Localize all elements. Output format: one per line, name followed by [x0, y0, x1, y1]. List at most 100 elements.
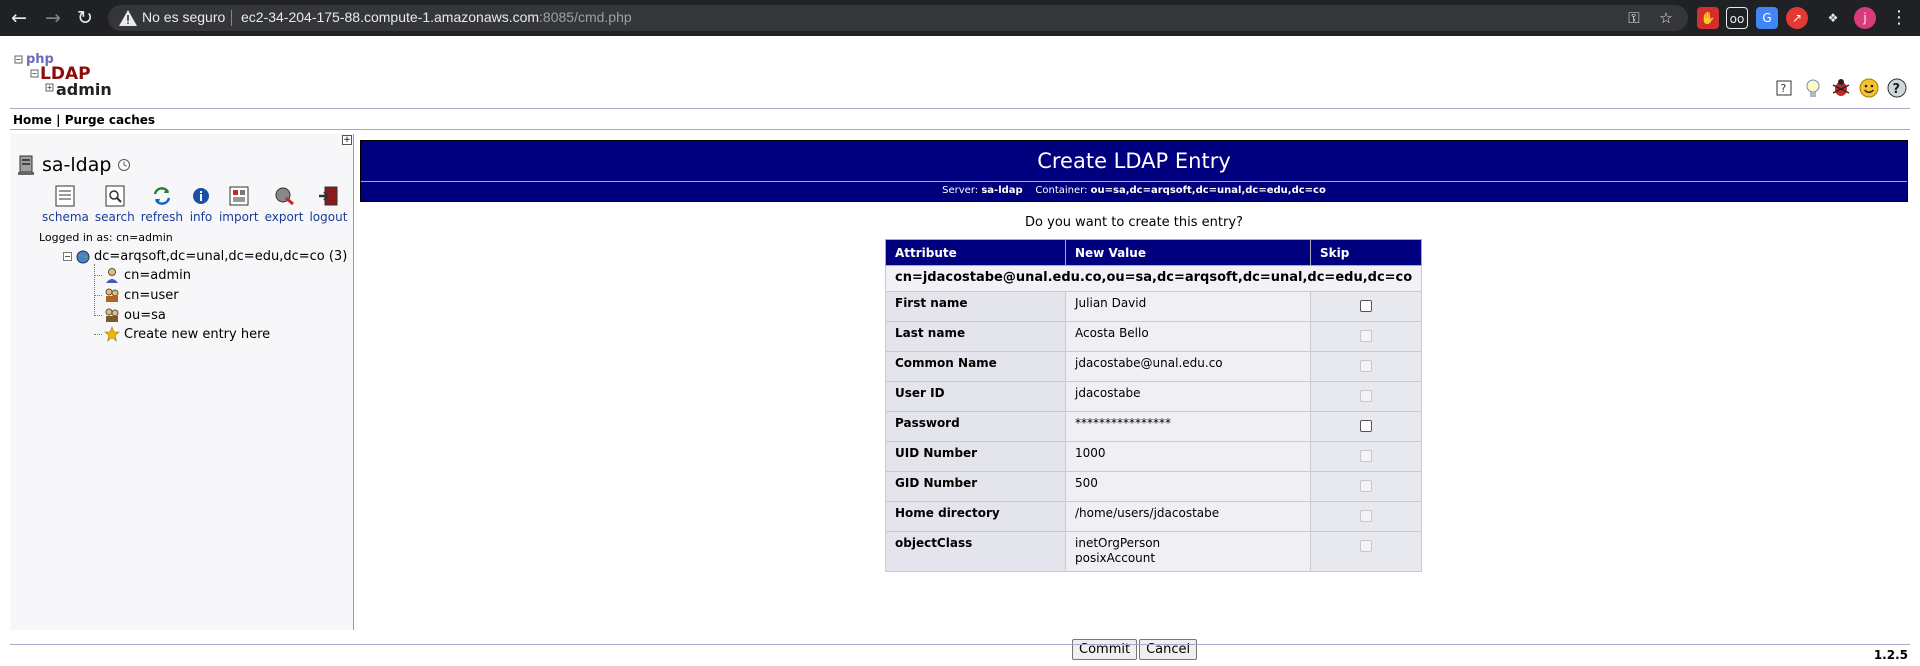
smiley-icon[interactable] [1858, 77, 1880, 99]
phpldapadmin-app: php LDAP admin ? ? Home | Purge caches +… [0, 36, 1920, 666]
attr-name: objectClass [885, 531, 1066, 572]
tree-root-label[interactable]: dc=arqsoft,dc=unal,dc=edu,dc=co (3) [94, 249, 347, 264]
tool-export[interactable]: export [265, 184, 304, 224]
tool-info[interactable]: info [189, 184, 213, 224]
tool-logout-label[interactable]: logout [309, 210, 347, 224]
star-icon [104, 326, 120, 342]
tool-schema-label[interactable]: schema [42, 210, 89, 224]
security-label[interactable]: No es seguro [142, 9, 225, 25]
tree-item-label[interactable]: ou=sa [124, 308, 166, 323]
tree-collapse-icon[interactable]: + [342, 135, 352, 145]
skip-cell [1309, 291, 1423, 322]
dn-value: cn=jdacostabe@unal.edu.co,ou=sa,dc=arqso… [884, 265, 1423, 292]
skip-cell [1309, 501, 1423, 532]
svg-text:?: ? [1893, 82, 1901, 97]
skip-cell [1309, 351, 1423, 382]
attr-name: Last name [885, 321, 1066, 352]
extensions-puzzle-icon[interactable]: ❖ [1822, 7, 1844, 29]
phpldapadmin-logo: php LDAP admin [14, 52, 112, 98]
tool-search-label[interactable]: search [95, 210, 135, 224]
attr-value: **************** [1065, 411, 1311, 442]
server-icon [18, 155, 34, 175]
skip-checkbox [1360, 450, 1373, 462]
tree-item-label[interactable]: cn=user [124, 288, 179, 303]
bookmark-star-icon[interactable]: ☆ [1656, 8, 1676, 28]
profile-avatar[interactable]: j [1854, 7, 1876, 29]
header-attribute: Attribute [885, 239, 1066, 266]
bug-icon[interactable] [1830, 77, 1852, 99]
reload-icon[interactable]: ↻ [74, 7, 96, 29]
top-nav: Home | Purge caches [13, 113, 155, 127]
objectclass-value: inetOrgPerson [1075, 536, 1161, 550]
help-box-icon[interactable]: ? [1774, 77, 1796, 99]
skip-checkbox[interactable] [1360, 420, 1373, 432]
create-new-entry-link[interactable]: Create new entry here [124, 327, 270, 342]
attr-value: 500 [1065, 471, 1311, 502]
tool-import[interactable]: import [219, 184, 259, 224]
lightbulb-icon[interactable] [1802, 77, 1824, 99]
extension-adblock-icon[interactable]: ✋ [1697, 7, 1719, 29]
home-link[interactable]: Home [13, 113, 52, 127]
table-row: UID Number 1000 [885, 441, 1423, 472]
skip-checkbox [1360, 480, 1373, 492]
tool-info-label[interactable]: info [190, 210, 213, 224]
help-circle-icon[interactable]: ? [1886, 77, 1908, 99]
page-banner: Create LDAP Entry Server: sa-ldap Contai… [360, 140, 1908, 202]
attr-name: Password [885, 411, 1066, 442]
url-text[interactable]: ec2-34-204-175-88.compute-1.amazonaws.co… [241, 9, 632, 25]
address-bar[interactable]: No es seguro ec2-34-204-175-88.compute-1… [108, 5, 1688, 31]
skip-checkbox[interactable] [1360, 300, 1373, 312]
tool-refresh[interactable]: refresh [141, 184, 183, 224]
globe-icon [76, 250, 90, 263]
skip-cell [1309, 321, 1423, 352]
tool-search[interactable]: search [95, 184, 135, 224]
forward-icon[interactable]: → [42, 7, 64, 29]
version-label: 1.2.5 [1873, 648, 1908, 662]
purge-caches-link[interactable]: Purge caches [65, 113, 155, 127]
tree-root[interactable]: − dc=arqsoft,dc=unal,dc=edu,dc=co (3) [63, 249, 347, 264]
table-header: Attribute New Value Skip [885, 239, 1423, 266]
schema-icon [55, 185, 75, 207]
skip-cell [1309, 411, 1423, 442]
nav-separator: | [56, 113, 61, 127]
confirm-question: Do you want to create this entry? [1025, 215, 1243, 230]
entry-table: Attribute New Value Skip cn=jdacostabe@u… [884, 239, 1423, 572]
banner-divider [361, 181, 1907, 182]
tool-refresh-label[interactable]: refresh [141, 210, 183, 224]
tool-schema[interactable]: schema [42, 184, 89, 224]
info-icon [192, 188, 209, 204]
tree-expand-icon[interactable]: − [63, 252, 72, 261]
search-icon [105, 185, 125, 207]
extension-share-icon[interactable]: ↗ [1786, 7, 1808, 29]
extension-reader-icon[interactable]: oo [1726, 7, 1748, 29]
tree-item-cn-admin[interactable]: cn=admin [94, 267, 191, 283]
refresh-icon [153, 187, 171, 205]
tree-item-ou-sa[interactable]: ou=sa [94, 307, 166, 323]
footer-divider [10, 644, 1910, 645]
header-new-value: New Value [1065, 239, 1311, 266]
skip-checkbox [1360, 330, 1373, 342]
commit-button[interactable]: Commit [1072, 639, 1138, 660]
cancel-button[interactable]: Cancel [1139, 639, 1198, 660]
table-row: User ID jdacostabe [885, 381, 1423, 412]
server-name[interactable]: sa-ldap [42, 154, 111, 176]
tree-item-cn-user[interactable]: cn=user [94, 287, 179, 303]
tree-item-label[interactable]: cn=admin [124, 268, 191, 283]
server-label: Server: [942, 185, 979, 196]
import-icon [229, 186, 249, 206]
attr-name: Home directory [885, 501, 1066, 532]
tree-item-create-new[interactable]: Create new entry here [94, 326, 270, 342]
svg-text:admin: admin [56, 80, 112, 98]
tool-export-label[interactable]: export [265, 210, 304, 224]
key-icon[interactable]: ⚿ [1624, 8, 1644, 28]
back-icon[interactable]: ← [8, 7, 30, 29]
table-row: Home directory /home/users/jdacostabe [885, 501, 1423, 532]
browser-toolbar: ← → ↻ No es seguro ec2-34-204-175-88.com… [0, 0, 1920, 36]
server-tools: schema search refresh info import export [42, 184, 353, 224]
tool-import-label[interactable]: import [219, 210, 259, 224]
skip-checkbox [1360, 510, 1373, 522]
tool-logout[interactable]: logout [309, 184, 347, 224]
extension-translate-icon[interactable]: G [1756, 7, 1778, 29]
server-title: sa-ldap [16, 154, 131, 176]
browser-menu-icon[interactable]: ⋮ [1890, 6, 1908, 30]
